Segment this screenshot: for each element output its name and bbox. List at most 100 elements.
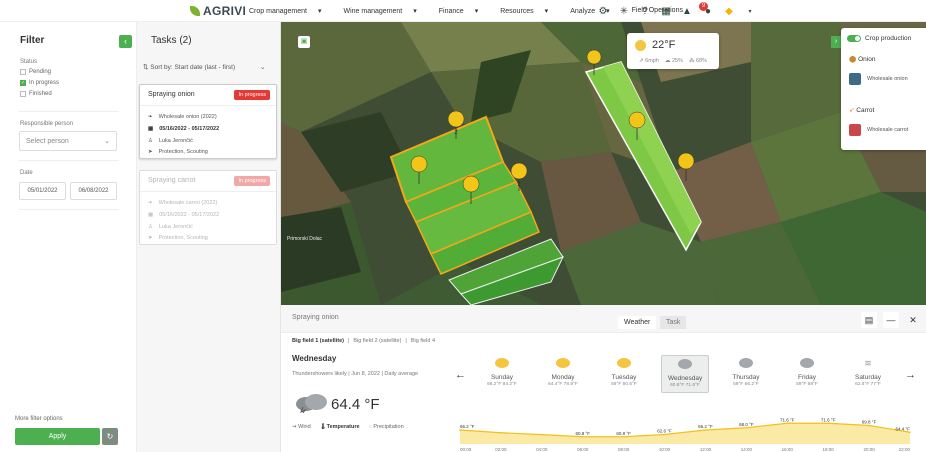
prev-days-button[interactable]: ← [455, 369, 466, 381]
notifications-icon[interactable]: ▲ [681, 5, 693, 17]
tab-task[interactable]: Task [660, 316, 687, 329]
user-avatar-icon[interactable]: ◆ [723, 5, 735, 17]
field-tab[interactable]: Big field 4 [411, 338, 435, 344]
apply-button[interactable]: Apply [15, 428, 100, 445]
onion-icon: ⬤ [849, 56, 859, 63]
help-icon[interactable]: ? [639, 5, 651, 17]
task-card[interactable]: Spraying onion In progress ❧ Wholesale on… [139, 84, 277, 159]
color-swatch [849, 73, 861, 85]
chart-x-tick: 18:00 [823, 447, 835, 452]
tab-weather[interactable]: Weather [618, 316, 657, 329]
close-button[interactable]: ✕ [905, 312, 921, 328]
reset-button[interactable]: ↻ [102, 428, 118, 445]
weather-widget[interactable]: 22°F ⇗ 6mph ☁ 25% ⁂ 68% [627, 33, 719, 69]
wind-icon: ≋ [864, 358, 872, 368]
sort-select[interactable]: ⇅ Sort by: Start date (last - first) ⌄ [143, 63, 265, 71]
forecast-range: 59°F 80.6°F [611, 382, 637, 387]
drops-icon: ⁂ [688, 58, 696, 64]
forecast-day[interactable]: ≋ Saturday 62.6°F 77°F [844, 358, 892, 387]
minimize-button[interactable]: — [883, 312, 899, 328]
legend-item[interactable]: Wholesale onion [867, 76, 908, 82]
status-in-progress-checkbox[interactable]: ✓ In progress [20, 80, 59, 86]
metric-wind[interactable]: ⇝ Wind [292, 424, 311, 430]
field-tab-active[interactable]: Big field 1 (satellite) [292, 338, 344, 344]
legend-crop-carrot: ➶ Carrot [849, 106, 874, 114]
calendar-icon: ▦ [148, 212, 154, 218]
map-canvas: 2 2 Primorski Dolac [281, 22, 926, 305]
metric-temperature[interactable]: 🌡︎Temperature [320, 424, 360, 430]
tasks-title: Tasks (2) [151, 35, 192, 46]
metric-label: Precipitation [373, 424, 404, 430]
legend-item[interactable]: Wholesale carrot [867, 127, 908, 133]
nav-label: Wine management [343, 8, 403, 15]
task-type: Protection, Scouting [158, 235, 208, 241]
calendar-icon[interactable]: ▦ [660, 5, 672, 17]
nav-wine-management[interactable]: Wine management ▾ [344, 7, 428, 15]
delete-button[interactable]: ▤ [861, 312, 877, 328]
brand-logo[interactable]: AGRIVI [190, 4, 246, 18]
metric-precipitation[interactable]: ◌ Precipitation [369, 424, 404, 430]
expand-legend-button[interactable]: › [831, 36, 841, 48]
selected-day: Wednesday [292, 354, 337, 363]
settings-icon[interactable]: ⚙ [597, 5, 609, 17]
current-temp: 64.4 °F [331, 396, 380, 413]
date-from-input[interactable]: 05/01/2022 [19, 182, 66, 200]
date-to-input[interactable]: 06/08/2022 [70, 182, 117, 200]
nav-crop-management[interactable]: Crop management ▾ [249, 7, 333, 15]
nav-label: Resources [500, 8, 534, 15]
chart-point [622, 435, 625, 438]
map-layer-button[interactable]: ▣ [298, 36, 310, 48]
divider [140, 191, 276, 192]
forecast-day-name: Wednesday [668, 375, 703, 382]
weather-temp: 22°F [652, 39, 676, 51]
forecast-day[interactable]: Tuesday 59°F 80.6°F [600, 358, 648, 387]
crop-production-toggle[interactable] [847, 35, 861, 42]
forecast-day-name: Monday [551, 374, 575, 381]
chart-x-tick: 20:00 [863, 447, 875, 452]
metric-label: Wind [298, 424, 311, 430]
collapse-button[interactable]: ‹ [119, 35, 132, 48]
chart-data-label: 62.6 °F [657, 429, 672, 434]
chart-point [581, 435, 584, 438]
nav-finance[interactable]: Finance ▾ [439, 7, 489, 15]
chart-point [500, 431, 502, 434]
thermometer-icon: 🌡︎ [319, 424, 327, 430]
forecast-day[interactable]: Monday 64.4°F 78.8°F [539, 358, 587, 387]
sun-icon [635, 40, 646, 51]
nav-label: Analyze [570, 8, 596, 15]
satellite-map[interactable]: 2 2 Primorski Dolac [281, 22, 926, 305]
forecast-range: 59°F 68°F [796, 382, 818, 387]
nav-resources[interactable]: Resources ▾ [500, 7, 559, 15]
divider [19, 111, 119, 112]
chart-data-label: 66.2 °F [698, 424, 713, 429]
sun-icon [556, 358, 570, 368]
network-icon[interactable]: ✳ [618, 5, 630, 17]
chart-x-tick: 08:00 [618, 447, 630, 452]
forecast-day[interactable]: Thursday 59°F 66.2°F [722, 358, 770, 387]
forecast-range: 62.6°F 77°F [855, 382, 881, 387]
chart-point [909, 431, 911, 434]
field-tab[interactable]: Big field 2 (satellite) [353, 338, 401, 344]
task-card[interactable]: Spraying carrot In progress ❧ Wholesale c… [139, 170, 277, 245]
status-badge: In progress [234, 176, 270, 186]
precip-text: 68% [695, 58, 707, 64]
task-dates-row: ▦ 05/16/2022 - 05/17/2022 [148, 126, 219, 132]
sun-icon [617, 358, 631, 368]
next-days-button[interactable]: → [905, 369, 916, 381]
status-finished-checkbox[interactable]: Finished [20, 91, 52, 97]
wind-text: 6mph [645, 58, 659, 64]
chart-point [459, 429, 461, 431]
humidity-text: 25% [671, 58, 683, 64]
task-person: Luka Jerončić [158, 224, 193, 230]
chevron-down-icon[interactable]: ▾ [744, 5, 756, 17]
forecast-day[interactable]: Sunday 66.2°F 84.2°F [478, 358, 526, 387]
tag-icon: ➤ [148, 149, 153, 155]
person-select[interactable]: Select person ⌄ [19, 131, 117, 151]
forecast-day[interactable]: Wednesday 60.8°F 71.6°F [661, 355, 709, 393]
weather-panel: Spraying onion Weather Task ▤ — ✕ Big fi… [281, 305, 926, 452]
legend-crop-onion: ⬤ Onion [849, 55, 875, 63]
more-filter-options-link[interactable]: More filter options [15, 416, 63, 422]
crop-icon: ❧ [148, 200, 153, 206]
forecast-day[interactable]: Friday 59°F 68°F [783, 358, 831, 387]
status-pending-checkbox[interactable]: Pending [20, 69, 51, 75]
